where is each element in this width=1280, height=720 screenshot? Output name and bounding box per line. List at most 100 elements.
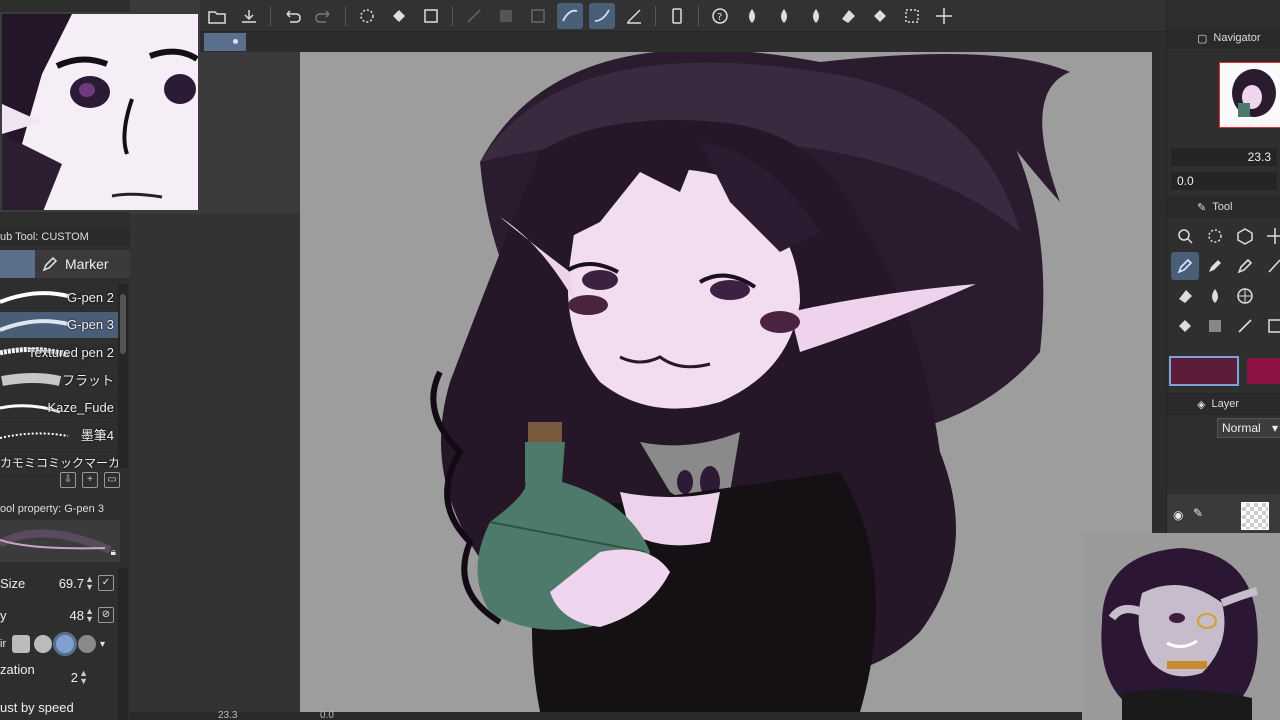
undo-icon[interactable] [279,3,305,29]
brush-item-textured-pen-2[interactable]: Textured pen 2 [0,339,118,367]
status-zoom-readout: 23.3 [218,710,238,720]
svg-text:?: ? [717,12,722,23]
frame-tool-icon[interactable] [1261,312,1280,340]
stabilization-label: zation [0,662,35,677]
drop-icon[interactable] [771,3,797,29]
brush-size-spinner[interactable]: ▲ ▼ [85,575,94,592]
bucket-icon[interactable] [867,3,893,29]
brush-item-kaze-fude[interactable]: Kaze_Fude [0,394,118,422]
clear-selection-icon[interactable] [461,3,487,29]
airbrush-tool-icon[interactable] [1261,252,1280,280]
3d-object-icon[interactable] [1231,222,1259,250]
tab-marker-label: Marker [65,256,109,272]
stabilization-row[interactable]: zation 2 ▲ ▼ [0,662,118,690]
drop-icon[interactable] [803,3,829,29]
drawing-canvas[interactable] [300,52,1152,712]
brush-item-g-pen-3[interactable]: G-pen 3 [0,311,118,339]
main-color-swatch[interactable] [1169,356,1239,386]
zoom-tool-icon[interactable] [1171,222,1199,250]
download-icon[interactable]: ⇩ [60,472,76,488]
sub-view-preview[interactable] [0,12,200,212]
opacity-value[interactable]: 48 [70,608,84,623]
pen-tool-icon[interactable] [1171,252,1199,280]
rotate-slider[interactable]: 0.0 [1171,172,1277,190]
layer-row[interactable]: ◉ ✎ [1167,494,1280,538]
brush-list-scrollbar[interactable] [118,284,128,468]
tool-grid [1171,222,1280,342]
chevron-down-icon[interactable]: ▾ [100,639,105,650]
pressure-toggle-icon[interactable]: ✓ [98,575,114,591]
brush-tool-icon[interactable] [1231,252,1259,280]
mesh-tool-icon[interactable] [1231,282,1259,310]
line-tool-icon[interactable] [1231,312,1259,340]
navigator-panel-title: ▢ Navigator [1167,27,1280,49]
pencil-tool-icon[interactable] [1201,252,1229,280]
opacity-spinner[interactable]: ▲ ▼ [85,607,94,624]
stabilization-spinner[interactable]: ▲ ▼ [79,669,88,686]
fill-tool-icon[interactable] [1171,312,1199,340]
chevron-down-icon: ▾ [1271,421,1278,435]
stabilizer-curve-icon[interactable] [557,2,583,29]
pen-icon: ✎ [1193,506,1204,520]
layer-thumbnail [1241,502,1269,530]
tab-pen-group[interactable] [0,250,35,278]
navigator-icon: ▢ [1197,32,1208,45]
help-icon[interactable]: ? [707,3,733,29]
export-icon[interactable] [236,3,262,29]
move-tool-icon[interactable] [1261,222,1280,250]
document-tab-bar [200,32,1166,52]
eraser-tool-icon[interactable] [1171,282,1199,310]
adjust-by-speed-row[interactable]: ust by speed [0,694,118,720]
tab-marker[interactable]: Marker [35,250,130,278]
ruler-pen-icon[interactable] [621,3,647,29]
brush-size-value[interactable]: 69.7 [59,576,84,591]
eye-icon[interactable]: ◉ [1173,508,1183,522]
sub-color-swatch[interactable] [1247,358,1280,384]
blend-tool-icon[interactable] [1201,282,1229,310]
stroke-sample-icon [0,318,69,332]
loading-icon[interactable] [354,3,380,29]
navigator-thumbnail[interactable] [1219,62,1280,128]
marquee-icon[interactable] [899,3,925,29]
fill-icon[interactable] [386,3,412,29]
property-scrollbar[interactable] [118,568,128,720]
trash-icon[interactable]: ▭ [104,472,120,488]
blend-mode-select[interactable]: Normal ▾ [1217,418,1280,438]
brush-item-ink-brush-4[interactable]: 墨筆4 [0,422,118,449]
lasso-tool-icon[interactable] [1201,222,1229,250]
opacity-row[interactable]: y 48 ▲ ▼ ⊘ [0,602,118,628]
redo-icon[interactable] [311,3,337,29]
blend-mode-value: Normal [1222,421,1261,435]
brush-item-label: G-pen 3 [67,317,114,333]
open-folder-icon[interactable] [204,3,230,29]
stabilization-value[interactable]: 2 [71,670,78,685]
opacity-label: y [0,607,7,623]
tip-airbrush-icon[interactable] [78,635,96,653]
brush-size-row[interactable]: Size 69.7 ▲ ▼ ✓ [0,570,118,596]
tip-round-icon[interactable] [34,635,52,653]
gradient-tool-icon[interactable] [1201,312,1229,340]
tip-soft-icon[interactable] [56,635,74,653]
transform-icon[interactable] [418,3,444,29]
brush-item-flat[interactable]: フラット [0,367,118,394]
drop-icon[interactable] [739,3,765,29]
eraser-icon[interactable] [835,3,861,29]
zoom-value[interactable]: 23.3 [1248,150,1271,164]
preview-face-image [2,14,198,210]
selection-border-icon[interactable] [525,3,551,29]
move-icon[interactable] [931,3,957,29]
rotate-value[interactable]: 0.0 [1177,174,1194,188]
avatar-overlay [1082,533,1280,720]
zoom-slider[interactable]: 23.3 [1171,148,1277,166]
tip-cross-icon[interactable] [12,635,30,653]
duplicate-icon[interactable]: + [82,472,98,488]
device-settings-icon[interactable] [664,3,690,29]
brush-item-label: 墨筆4 [80,428,114,444]
invert-selection-icon[interactable] [493,3,519,29]
document-tab[interactable] [204,33,246,51]
smooth-curve-icon[interactable] [589,2,615,29]
witch-illustration [300,52,1152,712]
lock-icon[interactable]: 🔒︎ [111,547,116,558]
brush-item-g-pen-2[interactable]: G-pen 2 [0,284,118,312]
opacity-pressure-icon[interactable]: ⊘ [98,607,114,623]
